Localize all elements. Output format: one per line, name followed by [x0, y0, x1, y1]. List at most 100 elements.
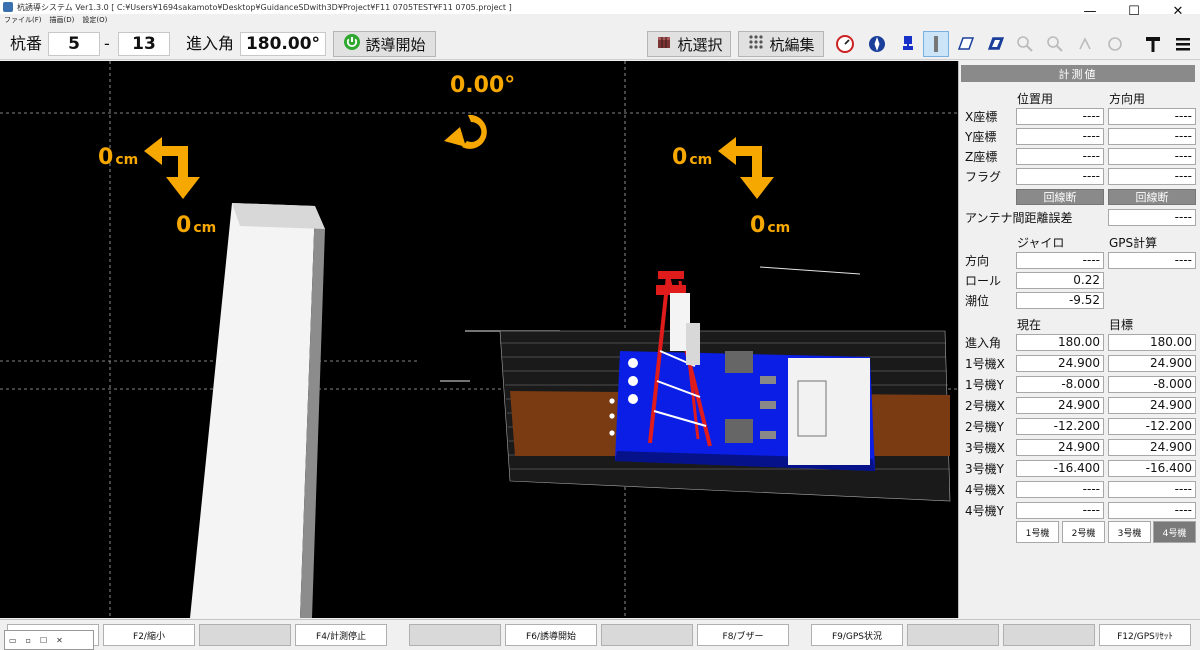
- left-corner-arrow-icon: [144, 137, 200, 199]
- x-coord-direction: ----: [1108, 108, 1196, 125]
- function-key-bar: F1/拡大 F2/縮小 F4/計測停止 F6/誘導開始 F8/ブザー F9/GP…: [0, 619, 1200, 650]
- unit-tab-2[interactable]: 2号機: [1062, 521, 1105, 543]
- minimize-button[interactable]: —: [1068, 0, 1112, 22]
- f11-empty-button: [1003, 624, 1095, 646]
- unit1-y-target: -8.000: [1108, 376, 1196, 393]
- unit1-y-current: -8.000: [1016, 376, 1104, 393]
- antenna-icon[interactable]: [895, 31, 921, 57]
- right-y-offset: 0 cm: [750, 213, 791, 238]
- barge: [609, 351, 875, 471]
- col-direction-head: 方向用: [1109, 92, 1146, 106]
- start-guidance-button[interactable]: 誘導開始: [333, 31, 436, 57]
- gyro-head: ジャイロ: [1017, 236, 1065, 250]
- mini-close-icon[interactable]: ✕: [56, 636, 63, 645]
- unit3-y-target: -16.400: [1108, 460, 1196, 477]
- approach-angle-field[interactable]: 180.00°: [240, 32, 326, 56]
- pile-number-separator: -: [104, 34, 110, 53]
- window-controls: — ☐ ✕: [1068, 0, 1200, 24]
- flag-direction: ----: [1108, 168, 1196, 185]
- unit2-x-label: 2号機X: [965, 399, 1005, 413]
- f4-stop-measure-button[interactable]: F4/計測停止: [295, 624, 387, 646]
- f3-empty-button: [199, 624, 291, 646]
- f2-zoom-out-button[interactable]: F2/縮小: [103, 624, 195, 646]
- menu-settings[interactable]: 設定(O): [78, 14, 111, 26]
- x-coord-label: X座標: [965, 110, 998, 124]
- x-coord-position: ----: [1016, 108, 1104, 125]
- z-coord-label: Z座標: [965, 150, 998, 164]
- unit4-y-target: ----: [1108, 502, 1196, 519]
- flag-position: ----: [1016, 168, 1104, 185]
- unit2-x-target: 24.900: [1108, 397, 1196, 414]
- pile-number-label: 杭番: [10, 34, 43, 53]
- flag-label: フラグ: [965, 170, 1002, 184]
- menu-draw[interactable]: 描画(D): [46, 14, 79, 26]
- target-head: 目標: [1109, 318, 1134, 332]
- direction-connection-status: 回線断: [1108, 189, 1196, 205]
- approach-angle-label: 進入角: [186, 34, 235, 53]
- unit2-y-target: -12.200: [1108, 418, 1196, 435]
- minimized-window[interactable]: ▭ ▫ ☐ ✕: [4, 630, 94, 650]
- close-button[interactable]: ✕: [1156, 0, 1200, 22]
- unit1-x-target: 24.900: [1108, 355, 1196, 372]
- pile-edit-button[interactable]: 杭編集: [738, 31, 824, 57]
- f6-start-guidance-button[interactable]: F6/誘導開始: [505, 624, 597, 646]
- current-head: 現在: [1017, 318, 1042, 332]
- menu-file[interactable]: ファイル(F): [0, 14, 46, 26]
- pile-sub-number-field[interactable]: 13: [118, 32, 170, 56]
- unit-tab-3[interactable]: 3号機: [1108, 521, 1151, 543]
- f12-gps-reset-button[interactable]: F12/GPSﾘｾｯﾄ: [1099, 624, 1191, 646]
- f9-gps-status-button[interactable]: F9/GPS状況: [811, 624, 903, 646]
- plane-view-alt-icon[interactable]: [983, 31, 1009, 57]
- antenna-error-value: ----: [1108, 209, 1196, 226]
- power-icon: [343, 33, 361, 55]
- approach-angle-current: 180.00: [1016, 334, 1104, 351]
- left-x-offset: 0 cm: [98, 145, 139, 170]
- app-icon: [3, 2, 13, 12]
- unit-tab-1[interactable]: 1号機: [1016, 521, 1059, 543]
- pile-main-number-field[interactable]: 5: [48, 32, 100, 56]
- pile-select-button[interactable]: 杭選択: [647, 31, 731, 57]
- cabin-block: [788, 358, 870, 465]
- tide-value: -9.52: [1016, 292, 1104, 309]
- maximize-button[interactable]: ☐: [1112, 0, 1156, 22]
- start-guidance-label: 誘導開始: [365, 35, 426, 54]
- gauge-icon[interactable]: [832, 31, 858, 57]
- rotate-icon: [1102, 31, 1128, 57]
- panel-title: 計測値: [961, 65, 1195, 82]
- f10-empty-button: [907, 624, 999, 646]
- unit2-y-current: -12.200: [1016, 418, 1104, 435]
- mini-window-icon: ▭: [9, 635, 17, 645]
- unit3-y-label: 3号機Y: [965, 462, 1004, 476]
- f8-buzzer-button[interactable]: F8/ブザー: [697, 624, 789, 646]
- roll-value: 0.22: [1016, 272, 1104, 289]
- 3d-view[interactable]: 0.00° 0 cm 0 cm 0 cm 0 cm: [0, 61, 958, 618]
- gps-calc-head: GPS計算: [1109, 236, 1158, 250]
- f7-empty-button: [601, 624, 693, 646]
- mini-minimize-icon[interactable]: ▫: [26, 636, 31, 645]
- unit1-y-label: 1号機Y: [965, 378, 1004, 392]
- menu-bar: ファイル(F) 描画(D) 設定(O): [0, 14, 111, 26]
- right-corner-arrow-icon: [718, 137, 774, 199]
- unit1-x-current: 24.900: [1016, 355, 1104, 372]
- unit3-y-current: -16.400: [1016, 460, 1104, 477]
- plane-view-icon[interactable]: [953, 31, 979, 57]
- z-coord-position: ----: [1016, 148, 1104, 165]
- z-coord-direction: ----: [1108, 148, 1196, 165]
- unit3-x-label: 3号機X: [965, 441, 1005, 455]
- unit-tab-4[interactable]: 4号機: [1153, 521, 1196, 543]
- hammer-icon[interactable]: [1140, 31, 1166, 57]
- approach-angle-target: 180.00: [1108, 334, 1196, 351]
- zoom-out-icon: [1042, 31, 1068, 57]
- menu-icon[interactable]: [1170, 31, 1196, 57]
- mini-maximize-icon[interactable]: ☐: [40, 636, 47, 645]
- pile-column: [190, 203, 325, 618]
- pile-select-label: 杭選択: [677, 35, 723, 54]
- compass-icon[interactable]: [864, 31, 890, 57]
- pile-view-icon[interactable]: [923, 31, 949, 57]
- y-coord-direction: ----: [1108, 128, 1196, 145]
- direction-gps-value: ----: [1108, 252, 1196, 269]
- left-y-offset: 0 cm: [176, 213, 217, 238]
- pile-cube-icon: [655, 33, 673, 55]
- f5-empty-button: [409, 624, 501, 646]
- unit4-y-label: 4号機Y: [965, 504, 1004, 518]
